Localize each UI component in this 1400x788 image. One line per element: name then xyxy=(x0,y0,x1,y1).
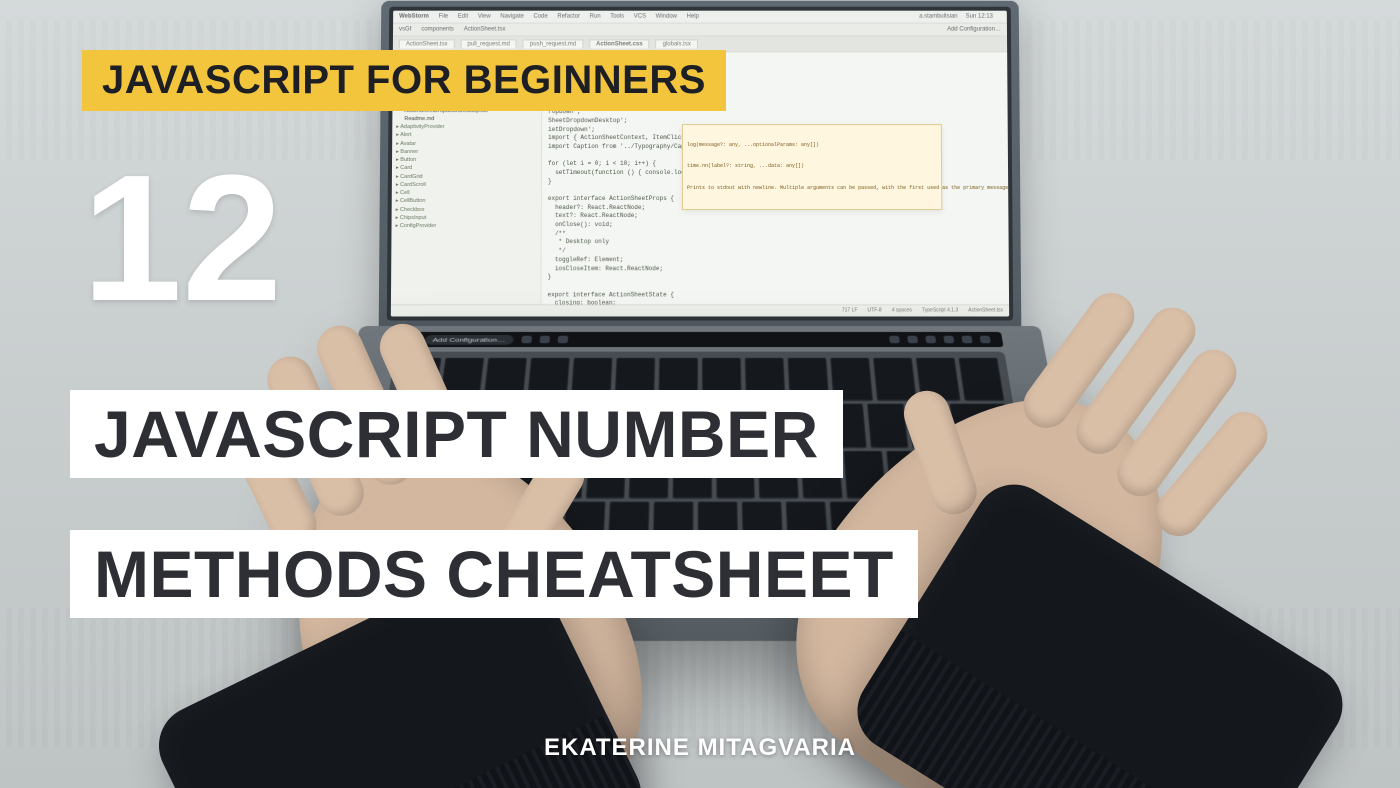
touchbar: ✕ Add Configuration… xyxy=(396,332,1003,347)
touchbar-icon xyxy=(961,336,972,344)
tree-folder: ▸ ConfigProvider xyxy=(396,222,537,230)
tree-folder: ▸ AdaptivityProvider xyxy=(396,123,537,131)
intellisense-tooltip: log(message?: any, ...optionalParams: an… xyxy=(682,124,942,210)
title-line-2: METHODS CHEATSHEET xyxy=(70,530,918,618)
tooltip-line: log(message?: any, ...optionalParams: an… xyxy=(687,142,937,149)
toolbar-path: components xyxy=(421,27,454,33)
title-line-1: JAVASCRIPT NUMBER xyxy=(70,390,843,478)
menu-run: Run xyxy=(590,14,601,20)
touchbar-icon xyxy=(539,336,550,344)
ide-toolbar: vsGf components ActionSheet.tsx Add Conf… xyxy=(393,24,1007,37)
menu-window: Window xyxy=(656,14,677,20)
touchbar-icon xyxy=(907,336,918,344)
menu-code: Code xyxy=(533,14,547,20)
menu-navigate: Navigate xyxy=(500,14,524,20)
touchbar-icon xyxy=(889,336,900,344)
touchbar-icon xyxy=(521,336,532,344)
toolbar-file: ActionSheet.tsx xyxy=(464,27,506,33)
touchbar-icon xyxy=(925,336,936,344)
tab-1: pull_request.md xyxy=(460,39,517,48)
tree-folder: ▸ Alert xyxy=(396,131,537,139)
menu-help: Help xyxy=(687,14,699,20)
tooltip-line: time.nn(label?: string, ...data: any[]) xyxy=(687,163,937,170)
touchbar-icon xyxy=(557,336,568,344)
status-item: ActionSheet.tsx xyxy=(968,307,1003,314)
tab-0: ActionSheet.tsx xyxy=(399,39,455,48)
tooltip-line: Prints to stdout with newline. Multiple … xyxy=(687,185,937,192)
touchbar-icon xyxy=(980,336,991,344)
menu-file: File xyxy=(439,14,449,20)
ide-statusbar: 717 LF UTF-8 4 spaces TypeScript 4.1.3 A… xyxy=(391,304,1009,316)
tree-folder: ▸ Avatar xyxy=(396,140,537,148)
menubar-user: a.stambultsian xyxy=(919,14,958,20)
tree-folder: ▸ CellButton xyxy=(396,197,537,205)
tree-folder: ▸ CardScroll xyxy=(396,181,537,189)
tree-folder: ▸ Checkbox xyxy=(396,206,537,214)
toolbar-addconfig: Add Configuration… xyxy=(947,27,1001,33)
macos-menubar: WebStorm File Edit View Navigate Code Re… xyxy=(393,11,1007,24)
tab-2: push_request.md xyxy=(523,39,583,48)
status-item: 4 spaces xyxy=(892,307,912,314)
touchbar-addconfig: Add Configuration… xyxy=(424,335,514,345)
tree-folder: ▸ Button xyxy=(396,156,537,164)
tree-file: Readme.md xyxy=(404,115,537,123)
tree-folder: ▸ CardGrid xyxy=(396,172,537,180)
author-name: EKATERINE MITAGVARIA xyxy=(0,734,1400,762)
status-item: UTF-8 xyxy=(868,307,882,314)
menu-edit: Edit xyxy=(458,14,468,20)
ide-appname: WebStorm xyxy=(399,14,429,20)
menu-vcs: VCS xyxy=(634,14,646,20)
toolbar-project: vsGf xyxy=(399,27,411,33)
series-tag: JAVASCRIPT FOR BEGINNERS xyxy=(82,50,726,111)
menu-refactor: Refactor xyxy=(557,14,580,20)
tab-3: ActionSheet.css xyxy=(589,39,650,48)
status-item: TypeScript 4.1.3 xyxy=(922,307,958,314)
episode-number: 12 xyxy=(82,158,282,320)
tree-folder: ▸ Cell xyxy=(396,189,537,197)
touchbar-icon xyxy=(943,336,954,344)
tree-folder: ▸ Card xyxy=(396,164,537,172)
status-item: 717 LF xyxy=(842,307,858,314)
tree-folder: ▸ Banner xyxy=(396,148,537,156)
tree-folder: ▸ ChipsInput xyxy=(396,214,537,222)
menu-tools: Tools xyxy=(610,14,624,20)
menubar-clock: Sun 12:13 xyxy=(966,14,993,20)
menu-view: View xyxy=(478,14,491,20)
tab-4: globals.tsx xyxy=(656,39,698,48)
